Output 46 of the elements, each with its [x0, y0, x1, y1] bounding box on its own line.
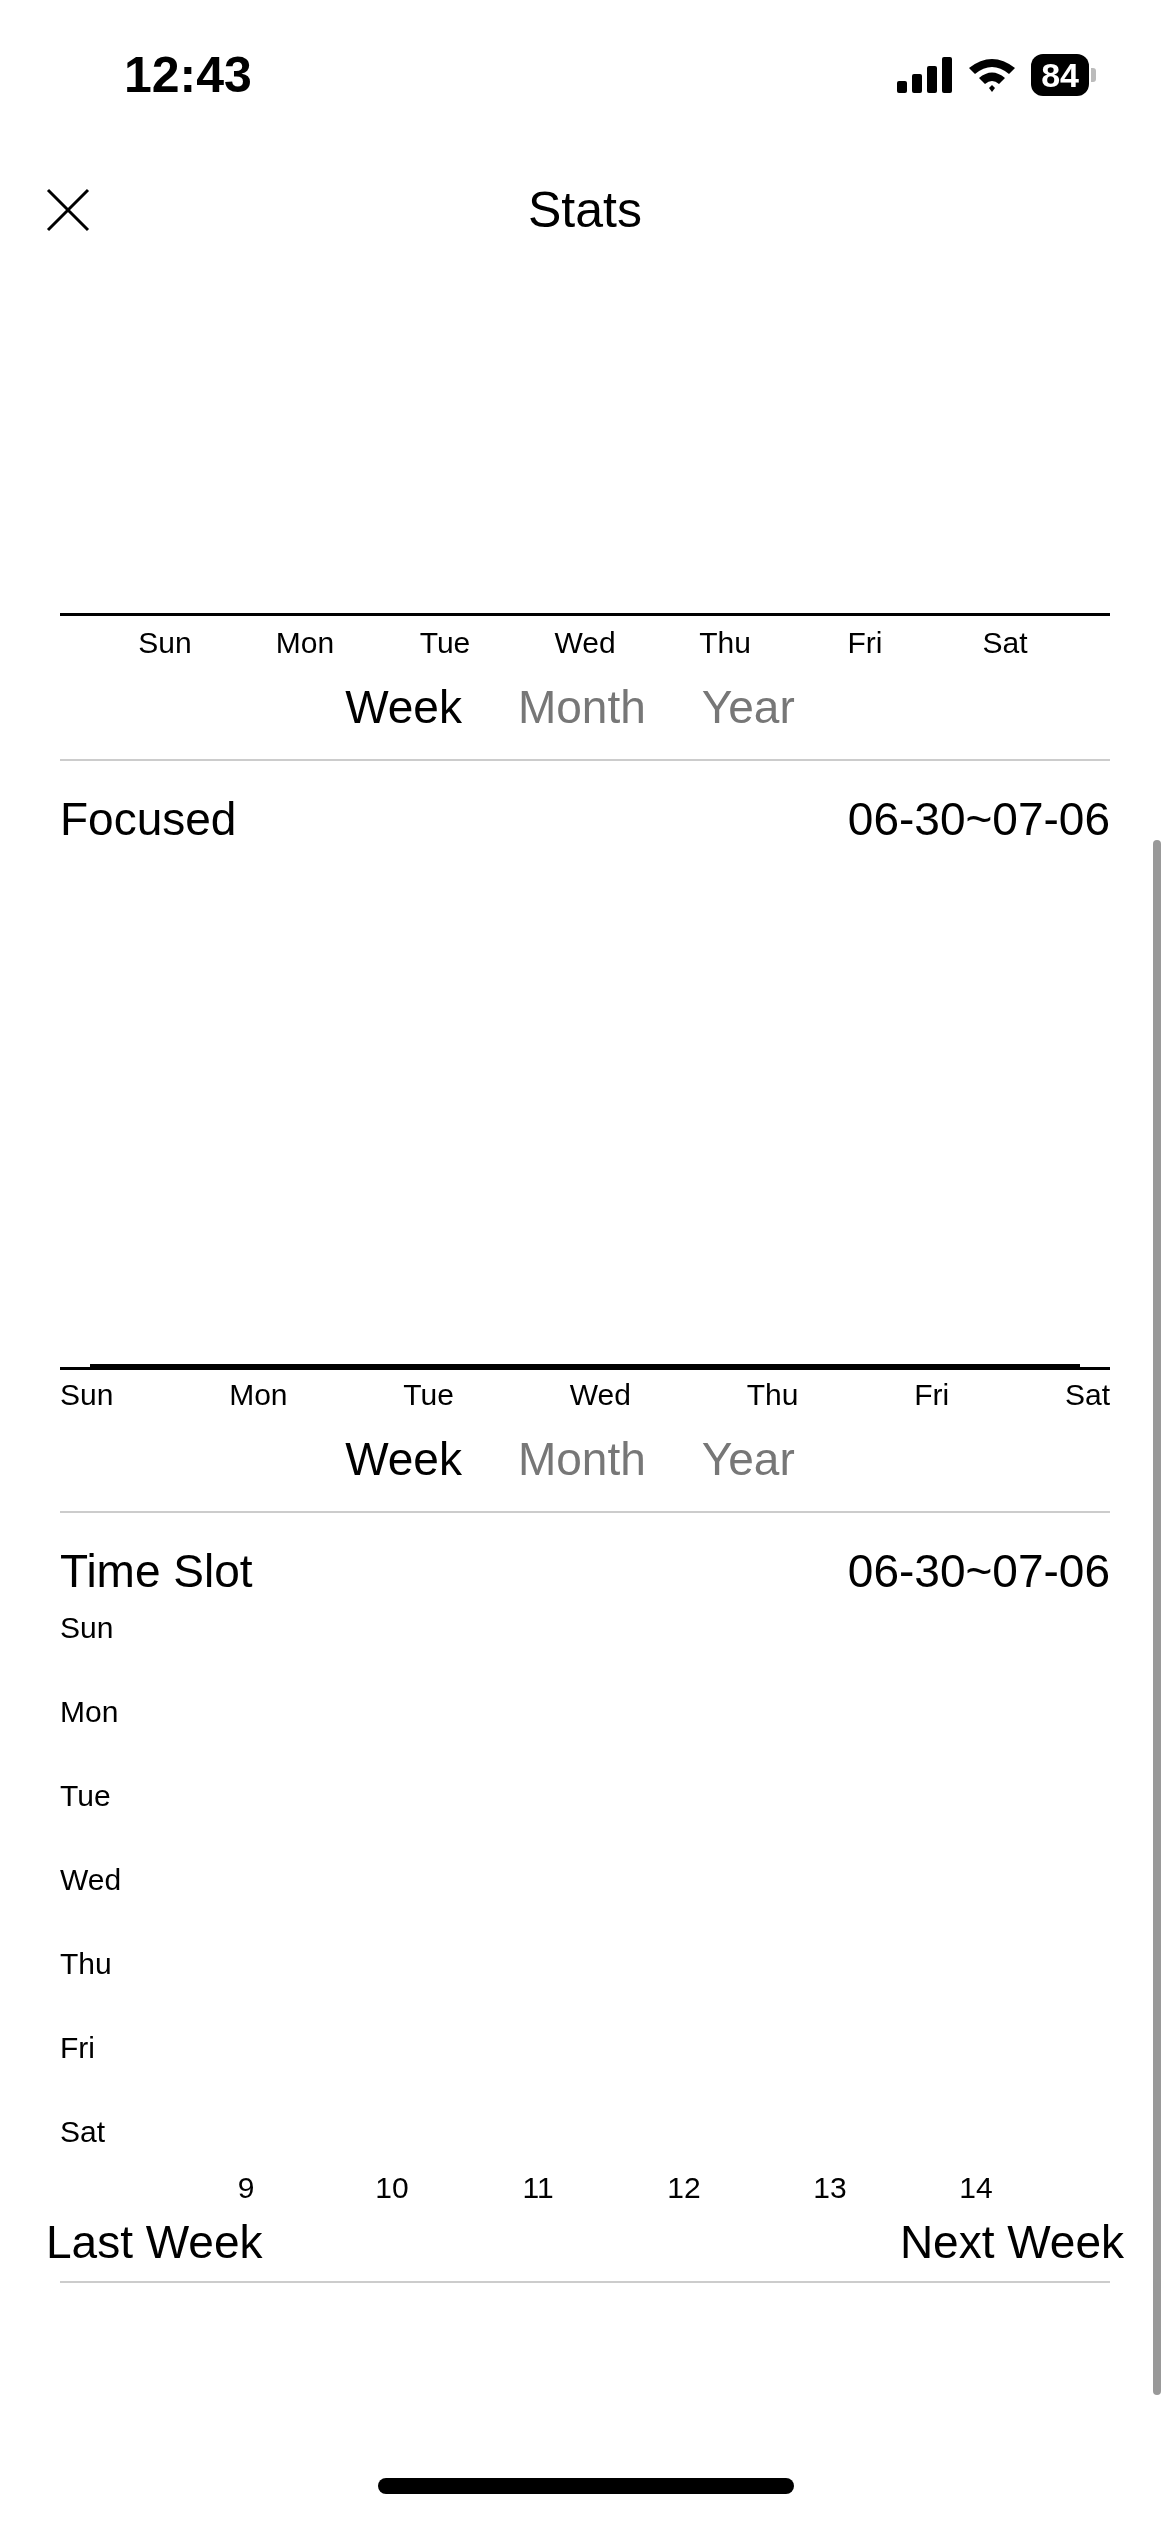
- screen-title: Stats: [528, 181, 642, 239]
- last-week-button[interactable]: Last Week: [46, 2215, 263, 2269]
- day-label: Sun: [60, 1610, 115, 1646]
- axis-label: Tue: [403, 1378, 454, 1412]
- wifi-icon: [967, 56, 1018, 94]
- date-range: 06-30~07-06: [847, 792, 1110, 847]
- day-label: Thu: [60, 1946, 113, 1982]
- axis-label: Fri: [846, 626, 884, 660]
- axis-label: Sat: [1064, 1378, 1110, 1412]
- close-icon[interactable]: [46, 188, 90, 232]
- day-label: Tue: [60, 1778, 112, 1814]
- axis-label: Wed: [569, 1378, 631, 1412]
- period-tab[interactable]: Month: [517, 680, 646, 734]
- axis-label: Sat: [981, 626, 1029, 660]
- hour-label: 11: [521, 2171, 555, 2205]
- section-title: Focused: [60, 792, 237, 847]
- hour-label: 12: [666, 2171, 702, 2205]
- axis-label: Wed: [553, 626, 617, 660]
- hour-label: 10: [374, 2171, 410, 2205]
- day-label: Fri: [60, 2030, 96, 2066]
- period-tab[interactable]: Year: [701, 680, 795, 734]
- period-tab[interactable]: Year: [701, 1432, 795, 1486]
- next-week-button[interactable]: Next Week: [899, 2215, 1124, 2269]
- axis-label: Mon: [274, 626, 336, 660]
- axis-label: Thu: [698, 626, 752, 660]
- signal-icon: [897, 57, 954, 93]
- axis-label: Tue: [418, 626, 472, 660]
- period-tab[interactable]: Week: [345, 680, 462, 734]
- hour-label: 14: [958, 2171, 994, 2205]
- status-time: 12:43: [124, 46, 252, 104]
- scrollbar[interactable]: [1153, 840, 1161, 2395]
- day-label: Wed: [60, 1862, 123, 1898]
- period-tab[interactable]: Month: [517, 1432, 646, 1486]
- section-title: Time Slot: [60, 1544, 253, 1599]
- period-tab[interactable]: Week: [345, 1432, 462, 1486]
- axis-label: Thu: [746, 1378, 799, 1412]
- day-label: Sat: [60, 2114, 107, 2150]
- axis-label: Sun: [137, 626, 193, 660]
- axis-label: Mon: [229, 1378, 288, 1412]
- hour-label: 13: [812, 2171, 848, 2205]
- day-label: Mon: [60, 1694, 120, 1730]
- home-indicator[interactable]: [378, 2478, 794, 2494]
- axis-label: Sun: [60, 1378, 114, 1412]
- axis-label: Fri: [914, 1378, 950, 1412]
- date-range: 06-30~07-06: [847, 1544, 1110, 1599]
- hour-label: 9: [236, 2171, 256, 2205]
